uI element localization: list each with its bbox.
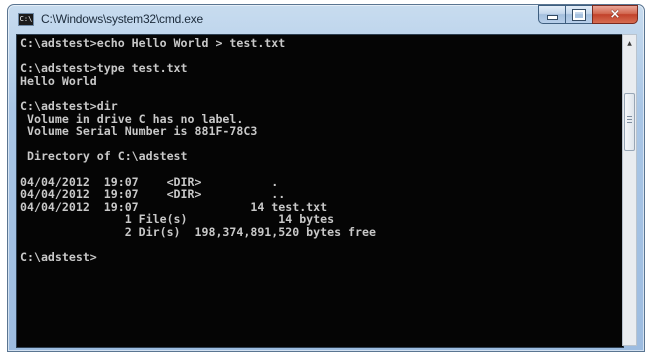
console-line: C:\adstest>: [20, 250, 97, 265]
scroll-thumb[interactable]: [624, 93, 635, 151]
scroll-thumb-grip: [627, 116, 632, 125]
maximize-button[interactable]: [565, 5, 592, 24]
console-line: 2 Dir(s) 198,374,891,520 bytes free: [20, 224, 376, 239]
vertical-scrollbar[interactable]: ▲: [622, 34, 637, 346]
console-line: Volume Serial Number is 881F-78C3: [20, 124, 258, 139]
minimize-icon: [546, 15, 558, 20]
scroll-up-arrow-icon[interactable]: ▲: [623, 35, 636, 51]
window-title: C:\Windows\system32\cmd.exe: [41, 12, 203, 26]
close-icon: ×: [609, 7, 621, 22]
caption-buttons: ×: [538, 5, 638, 24]
console-text: C:\adstest>echo Hello World > test.txt C…: [17, 35, 623, 264]
console-line: C:\adstest>echo Hello World > test.txt: [20, 36, 286, 50]
console-output[interactable]: C:\adstest>echo Hello World > test.txt C…: [16, 34, 624, 348]
close-button[interactable]: ×: [592, 5, 638, 24]
cmd-window: C:\ C:\Windows\system32\cmd.exe × C:\ads…: [7, 4, 645, 352]
title-bar[interactable]: C:\ C:\Windows\system32\cmd.exe ×: [8, 5, 644, 34]
maximize-icon: [572, 8, 586, 21]
command-prompt-icon[interactable]: C:\: [18, 13, 34, 26]
console-line: Directory of C:\adstest: [20, 149, 188, 164]
minimize-button[interactable]: [538, 5, 565, 24]
console-line: Hello World: [20, 73, 97, 88]
